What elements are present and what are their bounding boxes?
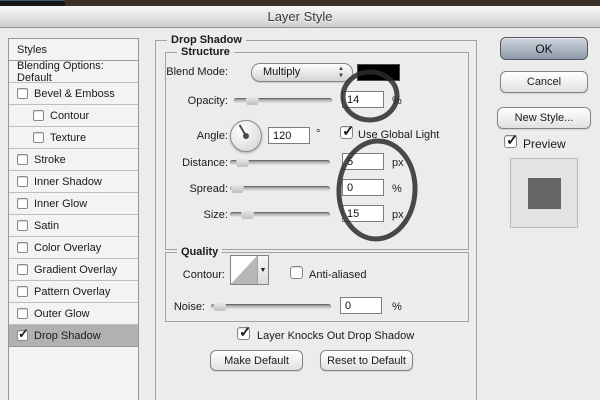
preview-thumbnail: [510, 158, 578, 228]
layer-style-dialog: Layer Style Styles Blending Options: Def…: [0, 0, 600, 400]
noise-input[interactable]: [340, 297, 382, 314]
angle-dial-hub: [243, 133, 249, 139]
sidebar-item-texture[interactable]: Texture: [9, 127, 138, 149]
drop-shadow-checkbox[interactable]: [17, 326, 29, 342]
new-style-button[interactable]: New Style...: [497, 107, 591, 129]
angle-dial[interactable]: [230, 120, 262, 152]
sidebar-item-stroke[interactable]: Stroke: [9, 149, 138, 171]
distance-slider-thumb[interactable]: [236, 156, 249, 167]
sidebar-item-gradient-overlay[interactable]: Gradient Overlay: [9, 259, 138, 281]
sidebar-item-inner-shadow[interactable]: Inner Shadow: [9, 171, 138, 193]
structure-group-title: Structure: [177, 46, 234, 58]
bevel-emboss-checkbox[interactable]: [17, 88, 28, 99]
distance-slider[interactable]: [230, 155, 330, 168]
preview-checkbox[interactable]: [504, 131, 519, 149]
spread-label: Spread:: [189, 183, 228, 195]
make-default-button[interactable]: Make Default: [210, 350, 303, 371]
use-global-light-checkbox[interactable]: [340, 122, 355, 140]
size-label: Size:: [203, 209, 228, 221]
angle-unit: °: [316, 128, 321, 140]
contour-dropdown-arrow-icon[interactable]: ▼: [258, 256, 268, 284]
sidebar-item-drop-shadow[interactable]: Drop Shadow: [9, 325, 138, 347]
noise-label: Noise:: [173, 301, 205, 313]
layer-knocks-out-checkbox[interactable]: [237, 323, 252, 341]
preview-shadow-square: [528, 178, 561, 209]
distance-unit: px: [392, 157, 404, 169]
blend-mode-label: Blend Mode:: [166, 66, 228, 78]
size-input[interactable]: [342, 205, 384, 222]
spread-input[interactable]: [342, 179, 384, 196]
pattern-overlay-checkbox[interactable]: [17, 286, 28, 297]
drop-shadow-group-title: Drop Shadow: [167, 34, 246, 46]
sidebar-header-styles: Styles: [9, 39, 138, 61]
blend-mode-popup[interactable]: Multiply ▲ ▼: [251, 63, 353, 82]
contour-label: Contour:: [182, 269, 225, 281]
inner-glow-checkbox[interactable]: [17, 198, 28, 209]
angle-label: Angle:: [196, 130, 228, 142]
distance-input[interactable]: [342, 153, 384, 170]
sidebar-item-blending-options[interactable]: Blending Options: Default: [9, 60, 138, 84]
contour-thumbnail-icon[interactable]: [231, 256, 258, 284]
opacity-slider[interactable]: [234, 93, 332, 106]
cancel-button[interactable]: Cancel: [500, 71, 588, 93]
blend-mode-value: Multiply: [263, 66, 301, 78]
sidebar-item-contour[interactable]: Contour: [9, 105, 138, 127]
layer-knocks-out-label: Layer Knocks Out Drop Shadow: [257, 330, 415, 342]
contour-picker[interactable]: ▼: [230, 255, 269, 285]
opacity-label: Opacity:: [187, 95, 228, 107]
spread-slider-thumb[interactable]: [231, 182, 244, 193]
stroke-checkbox[interactable]: [17, 154, 28, 165]
dialog-title: Layer Style: [267, 9, 333, 24]
texture-checkbox[interactable]: [33, 132, 44, 143]
preview-label: Preview: [523, 137, 566, 151]
noise-unit: %: [392, 301, 402, 313]
sidebar-item-satin[interactable]: Satin: [9, 215, 138, 237]
size-slider[interactable]: [230, 207, 330, 220]
styles-sidebar: Styles Blending Options: Default Bevel &…: [8, 38, 139, 400]
shadow-color-swatch[interactable]: [357, 64, 400, 81]
reset-to-default-button[interactable]: Reset to Default: [320, 350, 413, 371]
spread-unit: %: [392, 183, 402, 195]
inner-shadow-checkbox[interactable]: [17, 176, 28, 187]
distance-label: Distance:: [182, 157, 228, 169]
color-overlay-checkbox[interactable]: [17, 242, 28, 253]
contour-checkbox[interactable]: [33, 110, 44, 121]
spread-slider-track[interactable]: [230, 186, 330, 191]
sidebar-item-pattern-overlay[interactable]: Pattern Overlay: [9, 281, 138, 303]
noise-slider-thumb[interactable]: [213, 300, 227, 311]
angle-input[interactable]: [268, 127, 310, 144]
use-global-light-label: Use Global Light: [358, 129, 440, 141]
noise-slider-track[interactable]: [211, 304, 331, 309]
sidebar-item-outer-glow[interactable]: Outer Glow: [9, 303, 138, 325]
spread-slider[interactable]: [230, 181, 330, 194]
anti-aliased-checkbox[interactable]: [290, 266, 303, 279]
gradient-overlay-checkbox[interactable]: [17, 264, 28, 275]
size-slider-thumb[interactable]: [241, 208, 254, 219]
opacity-input[interactable]: [342, 91, 384, 108]
outer-glow-checkbox[interactable]: [17, 308, 28, 319]
dialog-titlebar[interactable]: Layer Style: [0, 6, 600, 28]
satin-checkbox[interactable]: [17, 220, 28, 231]
sidebar-item-bevel-emboss[interactable]: Bevel & Emboss: [9, 83, 138, 105]
size-unit: px: [392, 209, 404, 221]
popup-arrows-icon: ▲ ▼: [338, 66, 344, 79]
ok-button[interactable]: OK: [500, 37, 588, 60]
opacity-unit: %: [392, 95, 402, 107]
noise-slider[interactable]: [211, 299, 331, 312]
anti-aliased-label: Anti-aliased: [309, 269, 367, 281]
quality-group-title: Quality: [177, 246, 223, 258]
sidebar-item-color-overlay[interactable]: Color Overlay: [9, 237, 138, 259]
sidebar-item-inner-glow[interactable]: Inner Glow: [9, 193, 138, 215]
opacity-slider-thumb[interactable]: [245, 94, 259, 105]
